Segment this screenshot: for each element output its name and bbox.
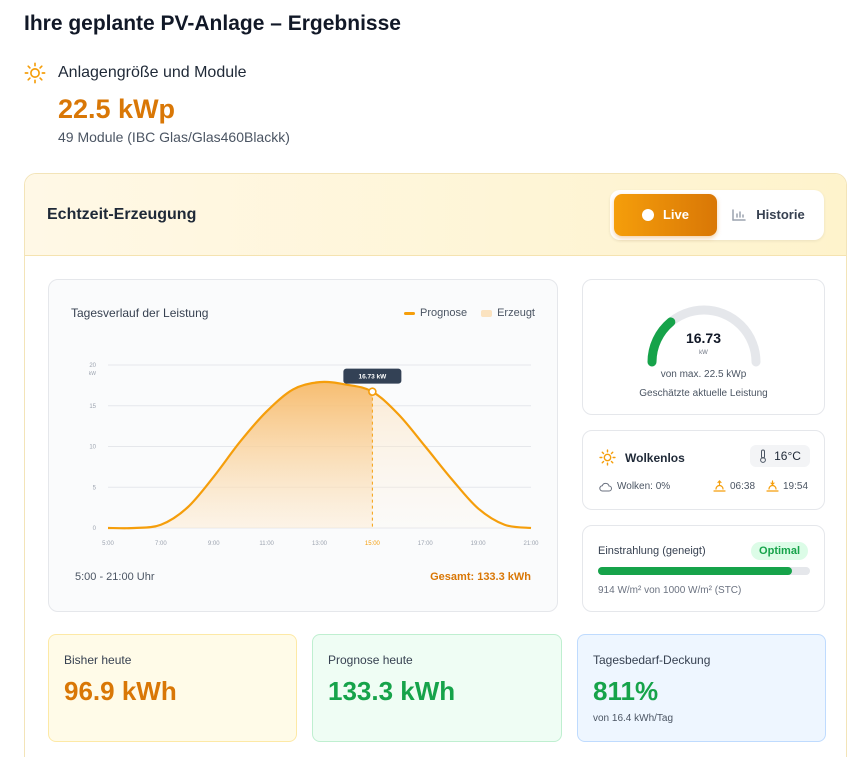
- cloud-icon: [599, 482, 612, 491]
- page-title: Ihre geplante PV-Anlage – Ergebnisse: [24, 12, 401, 35]
- realtime-card: Echtzeit-Erzeugung Live Historie Tagesve…: [24, 173, 847, 757]
- cloud-cover: Wolken: 0%: [599, 481, 670, 492]
- view-toggle: Live Historie: [610, 189, 824, 240]
- system-size-header: Anlagengröße und Module: [24, 62, 424, 84]
- power-chart: 0 5 10 15 20 kW 5:00 7:00 9:00 11:00 13:00 15:00 17:…: [89, 363, 539, 547]
- stat-card-coverage: Tagesbedarf-Deckung 811% von 16.4 kWh/Ta…: [577, 634, 826, 742]
- sunrise: 06:38: [713, 480, 755, 492]
- tooltip-text: 16.73 kW: [358, 374, 387, 381]
- y-axis-label: kW: [89, 371, 97, 377]
- sun-icon: [599, 449, 616, 466]
- weather-condition: Wolkenlos: [599, 449, 685, 466]
- x-tick-label: 13:00: [312, 541, 328, 547]
- sun-icon: [24, 62, 46, 84]
- stat-card-today: Bisher heute 96.9 kWh: [48, 634, 297, 742]
- y-tick-label: 10: [89, 445, 96, 451]
- power-chart-panel: Tagesverlauf der Leistung Prognose Erzeu…: [48, 279, 558, 612]
- irradiation-value: 914 W/m² von 1000 W/m² (STC): [598, 585, 742, 596]
- stat-value: 133.3 kWh: [328, 676, 456, 706]
- live-dot-icon: [641, 208, 654, 221]
- realtime-title: Echtzeit-Erzeugung: [47, 205, 197, 223]
- sunrise-time: 06:38: [730, 480, 756, 492]
- x-tick-label: 19:00: [471, 541, 487, 547]
- module-description: 49 Module (IBC Glas/Glas460Blackk): [58, 129, 290, 145]
- gauge-max-text: von max. 22.5 kWp: [660, 369, 747, 380]
- thermometer-icon: [760, 449, 766, 463]
- irradiation-label: Einstrahlung (geneigt): [598, 545, 706, 557]
- x-tick-label: 15:00: [365, 541, 381, 547]
- stat-sub: von 16.4 kWh/Tag: [593, 713, 674, 724]
- chart-time-range: 5:00 - 21:00 Uhr: [75, 571, 155, 583]
- x-tick-label: 21:00: [523, 541, 539, 547]
- weather-condition-label: Wolkenlos: [625, 450, 685, 465]
- system-power-value: 22.5 kWp: [58, 94, 176, 124]
- stat-label: Bisher heute: [64, 653, 132, 667]
- gauge-label: Geschätzte aktuelle Leistung: [639, 388, 768, 399]
- y-tick-label: 0: [93, 526, 97, 532]
- irradiation-bar: [598, 567, 810, 575]
- stat-value: 96.9 kWh: [64, 676, 177, 706]
- history-button[interactable]: Historie: [717, 194, 820, 236]
- temperature-badge: 16°C: [750, 445, 810, 467]
- system-size-heading: Anlagengröße und Module: [58, 64, 247, 81]
- weather-card: Wolkenlos 16°C Wolken: 0% 06:38 19:54: [582, 430, 825, 510]
- live-button[interactable]: Live: [614, 193, 717, 236]
- system-size-section: Anlagengröße und Module 22.5 kWp 49 Modu…: [24, 62, 424, 145]
- bar-chart-icon: [732, 208, 747, 221]
- x-tick-label: 9:00: [208, 541, 220, 547]
- current-point: [368, 387, 377, 396]
- y-tick-label: 5: [93, 485, 97, 491]
- realtime-header: Echtzeit-Erzeugung Live Historie: [25, 174, 846, 256]
- irradiation-card: Einstrahlung (geneigt) Optimal 914 W/m² …: [582, 525, 825, 612]
- cloud-cover-value: Wolken: 0%: [617, 481, 671, 492]
- x-tick-label: 7:00: [155, 541, 167, 547]
- produced-area: [108, 381, 373, 529]
- irradiation-bar-fill: [598, 567, 792, 575]
- x-tick-label: 17:00: [418, 541, 434, 547]
- sunset-icon: [766, 480, 779, 492]
- stat-card-forecast: Prognose heute 133.3 kWh: [312, 634, 562, 742]
- sunset-time: 19:54: [783, 480, 809, 492]
- sunrise-icon: [713, 480, 726, 492]
- stat-label: Tagesbedarf-Deckung: [593, 653, 711, 667]
- temperature-value: 16°C: [774, 449, 801, 463]
- history-button-label: Historie: [756, 207, 805, 222]
- status-badge: Optimal: [751, 542, 808, 560]
- stat-value: 811%: [593, 676, 659, 706]
- sunset: 19:54: [766, 480, 808, 492]
- stat-label: Prognose heute: [328, 653, 413, 667]
- y-tick-label: 15: [89, 404, 96, 410]
- gauge-value: 16.73: [685, 330, 722, 346]
- x-tick-label: 5:00: [102, 541, 114, 547]
- live-button-label: Live: [662, 207, 689, 222]
- chart-total: Gesamt: 133.3 kWh: [430, 571, 531, 583]
- gauge-card: 16.73 kW von max. 22.5 kWp Geschätzte ak…: [582, 279, 825, 415]
- y-tick-label: 20: [89, 363, 96, 369]
- x-tick-label: 11:00: [259, 541, 274, 547]
- gauge-unit: kW: [699, 350, 708, 356]
